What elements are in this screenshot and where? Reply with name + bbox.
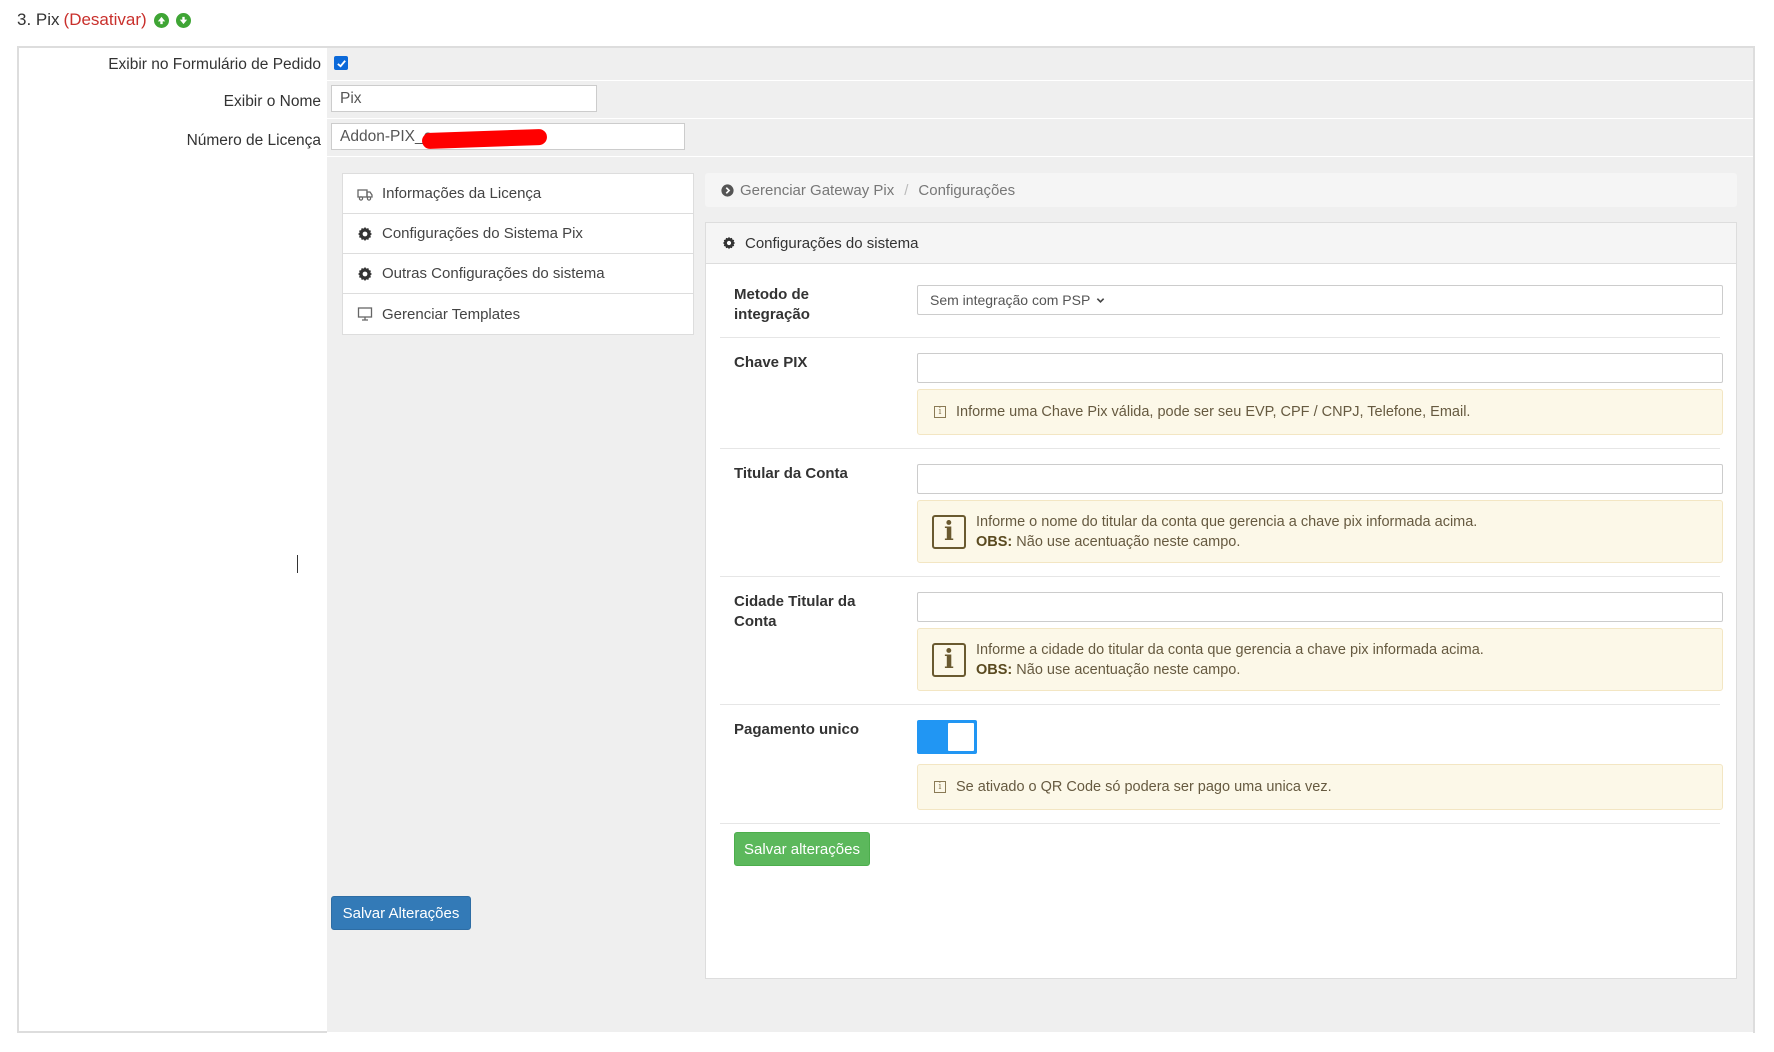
sidebar-item-label: Outras Configurações do sistema xyxy=(382,265,605,282)
show-on-order-label: Exibir no Formulário de Pedido xyxy=(108,56,321,73)
sidebar-item-pix-system-config[interactable]: Configurações do Sistema Pix xyxy=(343,214,693,254)
breadcrumb: Gerenciar Gateway Pix / Configurações xyxy=(705,173,1737,207)
sidebar-item-license-info[interactable]: Informações da Licença xyxy=(343,174,693,214)
section-title: 3. Pix (Desativar) xyxy=(17,10,191,30)
account-holder-label: Titular da Conta xyxy=(734,465,848,482)
card-header: Configurações do sistema xyxy=(706,223,1736,264)
sidebar-item-label: Configurações do Sistema Pix xyxy=(382,225,583,242)
sidebar-item-other-config[interactable]: Outras Configurações do sistema xyxy=(343,254,693,294)
save-all-button[interactable]: Salvar Alterações xyxy=(331,896,471,930)
row-show-on-order: Exibir no Formulário de Pedido xyxy=(19,48,1753,81)
integration-method-label: Metodo de integração xyxy=(734,286,810,323)
license-value: Addon-PIX_e xyxy=(340,127,433,145)
sidebar-item-templates[interactable]: Gerenciar Templates xyxy=(343,294,693,334)
text-cursor xyxy=(297,555,298,573)
pix-key-label: Chave PIX xyxy=(734,354,808,371)
card-title: Configurações do sistema xyxy=(745,234,919,252)
holder-city-label: Cidade Titular da Conta xyxy=(734,593,856,630)
field-integration-method: Metodo de integração Sem integração com … xyxy=(720,263,1723,338)
arrow-up-icon[interactable] xyxy=(153,12,169,28)
gear-icon xyxy=(722,236,736,250)
field-holder-city: Cidade Titular da Conta i Informe a cida… xyxy=(720,576,1723,705)
pix-key-note-text: Informe uma Chave Pix válida, pode ser s… xyxy=(956,404,1471,420)
account-holder-note: i Informe o nome do titular da conta que… xyxy=(917,500,1723,563)
gear-icon xyxy=(358,226,372,241)
show-name-input[interactable]: Pix xyxy=(331,85,597,112)
holder-city-input[interactable] xyxy=(917,592,1723,622)
account-holder-note-text: Informe o nome do titular da conta que g… xyxy=(976,513,1478,530)
gear-icon xyxy=(358,266,372,281)
show-name-label: Exibir o Nome xyxy=(223,93,321,110)
obs-text: Não use acentuação neste campo. xyxy=(1016,533,1241,550)
obs-text: Não use acentuação neste campo. xyxy=(1016,661,1241,678)
single-payment-note: i Se ativado o QR Code só podera ser pag… xyxy=(917,764,1723,810)
chevron-down-icon xyxy=(1097,297,1105,303)
truck-icon xyxy=(357,188,373,201)
holder-city-note: i Informe a cidade do titular da conta q… xyxy=(917,628,1723,691)
system-config-card: Configurações do sistema Metodo de integ… xyxy=(705,222,1737,979)
sidebar-item-label: Informações da Licença xyxy=(382,185,542,202)
breadcrumb-separator: / xyxy=(904,181,909,199)
show-on-order-checkbox[interactable] xyxy=(334,56,348,70)
row-show-name: Exibir o Nome Pix xyxy=(19,81,1753,119)
redaction-mark xyxy=(421,128,548,150)
single-payment-toggle[interactable] xyxy=(917,720,977,754)
deactivate-link[interactable]: (Desativar) xyxy=(64,10,147,30)
monitor-icon xyxy=(357,307,373,321)
integration-method-value: Sem integração com PSP xyxy=(930,292,1091,308)
row-license: Número de Licença Addon-PIX_e xyxy=(19,119,1753,157)
save-changes-button[interactable]: Salvar alterações xyxy=(734,832,870,866)
sidebar-item-label: Gerenciar Templates xyxy=(382,305,521,323)
field-single-payment: Pagamento unico i Se ativado o QR Code s… xyxy=(720,704,1723,824)
field-account-holder: Titular da Conta i Informe o nome do tit… xyxy=(720,448,1723,577)
field-pix-key: Chave PIX i Informe uma Chave Pix válida… xyxy=(720,337,1723,449)
single-payment-label: Pagamento unico xyxy=(734,721,860,738)
obs-label: OBS: xyxy=(976,533,1013,550)
row-gateway-config: Informações da Licença Configurações do … xyxy=(19,157,1753,1033)
pix-key-input[interactable] xyxy=(917,353,1723,383)
account-holder-input[interactable] xyxy=(917,464,1723,494)
license-input[interactable]: Addon-PIX_e xyxy=(331,123,685,150)
chevron-circle-right-icon xyxy=(721,183,734,197)
license-label: Número de Licença xyxy=(186,132,321,149)
breadcrumb-current: Configurações xyxy=(918,181,1016,199)
pix-key-note: i Informe uma Chave Pix válida, pode ser… xyxy=(917,389,1723,435)
info-icon: i xyxy=(932,642,966,677)
section-number-title: 3. Pix xyxy=(17,10,60,29)
info-icon: i xyxy=(934,406,946,418)
integration-method-select[interactable]: Sem integração com PSP xyxy=(917,285,1723,315)
info-icon: i xyxy=(932,514,966,549)
sidebar-menu: Informações da Licença Configurações do … xyxy=(342,173,694,335)
arrow-down-icon[interactable] xyxy=(175,12,191,28)
holder-city-note-text: Informe a cidade do titular da conta que… xyxy=(976,641,1484,658)
show-name-value: Pix xyxy=(340,89,362,107)
single-payment-note-text: Se ativado o QR Code só podera ser pago … xyxy=(956,779,1332,795)
info-icon: i xyxy=(934,781,946,793)
gateway-settings-panel: Exibir no Formulário de Pedido Exibir o … xyxy=(17,46,1755,1033)
obs-label: OBS: xyxy=(976,661,1013,678)
breadcrumb-root-link[interactable]: Gerenciar Gateway Pix xyxy=(740,182,894,199)
